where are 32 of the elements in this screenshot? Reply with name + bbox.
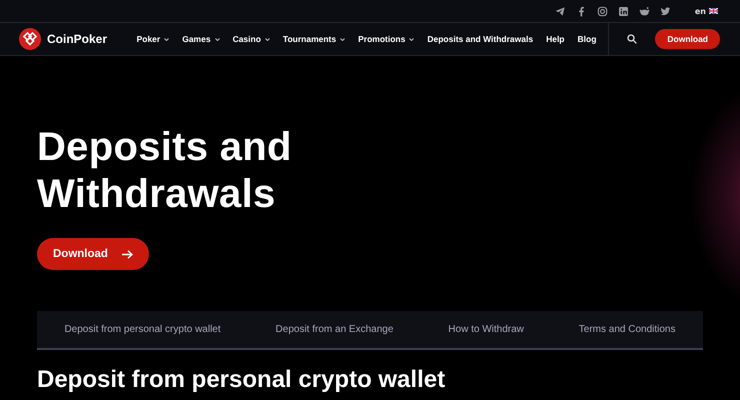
nav-link[interactable]: Tournaments [282, 34, 346, 44]
flag-icon[interactable] [709, 8, 718, 14]
nav-link[interactable]: Poker [136, 34, 170, 44]
download-button[interactable]: Download [37, 238, 149, 270]
search-icon[interactable] [627, 34, 638, 44]
nav-link[interactable]: Help [546, 34, 564, 44]
nav-link[interactable]: Casino [232, 34, 270, 44]
arrow-icon [122, 250, 133, 258]
telegram-icon[interactable] [554, 6, 566, 16]
linkedin-icon[interactable] [618, 6, 629, 16]
page-title: Deposits and Withdrawals [37, 124, 293, 218]
section-tab[interactable]: Deposit from an Exchange [276, 324, 394, 335]
brand-name[interactable]: CoinPoker [47, 32, 108, 46]
nav-link[interactable]: Deposits and Withdrawals [427, 34, 534, 44]
nav-link[interactable]: Blog [578, 34, 596, 44]
caret-icon [340, 38, 346, 40]
caret-icon [409, 38, 414, 40]
reddit-icon[interactable] [638, 6, 650, 16]
logo-icon[interactable] [19, 28, 41, 50]
section-heading: Deposit from personal crypto wallet [37, 366, 446, 394]
instagram-icon[interactable] [596, 6, 608, 16]
nav-link[interactable]: Games [182, 34, 220, 44]
download-button[interactable]: Download [655, 29, 720, 49]
section-tab[interactable]: Deposit from personal crypto wallet [64, 324, 221, 335]
caret-icon [164, 38, 170, 40]
twitter-icon[interactable] [660, 6, 671, 16]
section-tab[interactable]: How to Withdraw [448, 324, 524, 335]
caret-icon [264, 38, 270, 40]
section-tab[interactable]: Terms and Conditions [578, 324, 676, 335]
nav-link[interactable]: Promotions [358, 34, 414, 44]
language-selector[interactable]: en [694, 6, 706, 16]
caret-icon [214, 38, 220, 40]
